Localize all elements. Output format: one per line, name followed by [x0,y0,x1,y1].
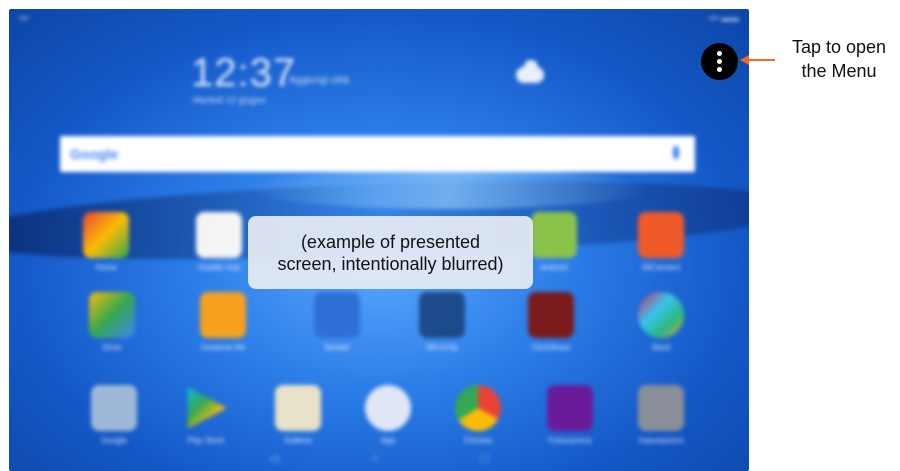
mic-icon[interactable] [673,146,679,159]
app-icon-chrome[interactable] [455,385,501,431]
callout-arrow-head-icon [740,55,749,65]
app-label: AllConnect [641,263,681,272]
back-nav-icon[interactable]: ◁ [269,451,278,465]
app-label: App [380,436,396,445]
app-label: Galleria [284,436,312,445]
clock-widget[interactable]: 12:37 [191,51,296,96]
callout-arrow [745,59,775,61]
status-bar: ▪▪▪ ▪▪▪ ▬▬ [9,9,749,25]
app-icon-app-drawer[interactable] [365,385,411,431]
app-label: Google [101,436,127,445]
app-label: Play Store [187,436,225,445]
date-text: Martedì 12 giugno [193,95,266,105]
app-icon-sender[interactable] [314,292,360,338]
menu-dot [717,51,722,56]
wallpaper-highlight [249,169,649,209]
app-label: ClickShare [531,343,571,352]
app-label: Home [95,263,117,272]
tablet-home-screen: ▪▪▪ ▪▪▪ ▬▬ 12:37 Aggiungi città Martedì … [9,9,749,471]
app-icon-mirroring[interactable] [419,292,465,338]
app-label: Huddle Hub [197,263,241,272]
app-icon-play-store[interactable] [187,387,227,429]
app-label: Drive [102,343,122,352]
app-icon-google-folder[interactable] [91,385,137,431]
app-icon-slack[interactable] [638,292,684,338]
app-label: Impostazioni [638,436,684,445]
status-left-icons: ▪▪▪ [19,13,29,23]
status-right-icons: ▪▪▪ ▬▬ [708,13,739,23]
home-nav-icon[interactable]: ○ [371,451,378,465]
google-search-bar[interactable]: Google [60,136,695,172]
google-logo-icon: Google [70,146,119,162]
app-icon-file-manager[interactable] [200,292,246,338]
app-icon-clickshare[interactable] [528,292,574,338]
app-icon-allconnect[interactable] [638,212,684,258]
app-icon-drive[interactable] [89,292,135,338]
app-label: Chrome [463,436,493,445]
app-icon-home[interactable] [83,212,129,258]
weather-cloud-icon[interactable] [516,60,544,83]
app-icon-green[interactable] [531,212,577,258]
more-vertical-icon[interactable] [701,43,738,80]
app-label: MirrorOp [426,343,458,352]
app-label: Gestione file [200,343,246,352]
app-label: Sender [324,343,350,352]
app-icon-gallery[interactable] [275,385,321,431]
blur-notice-overlay: (example of presented screen, intentiona… [248,216,533,289]
app-label: Slack [651,343,671,352]
recents-nav-icon[interactable]: □ [481,451,488,465]
clock-add-city[interactable]: Aggiungi città [289,75,349,86]
menu-dot [717,67,722,72]
app-icon-settings[interactable] [638,385,684,431]
app-label: Fotocamera [548,436,592,445]
menu-hint-text: Tap to open the Menu [791,37,887,81]
app-icon-camera[interactable] [547,385,593,431]
menu-dot [717,59,722,64]
app-icon-keypad[interactable] [196,212,242,258]
